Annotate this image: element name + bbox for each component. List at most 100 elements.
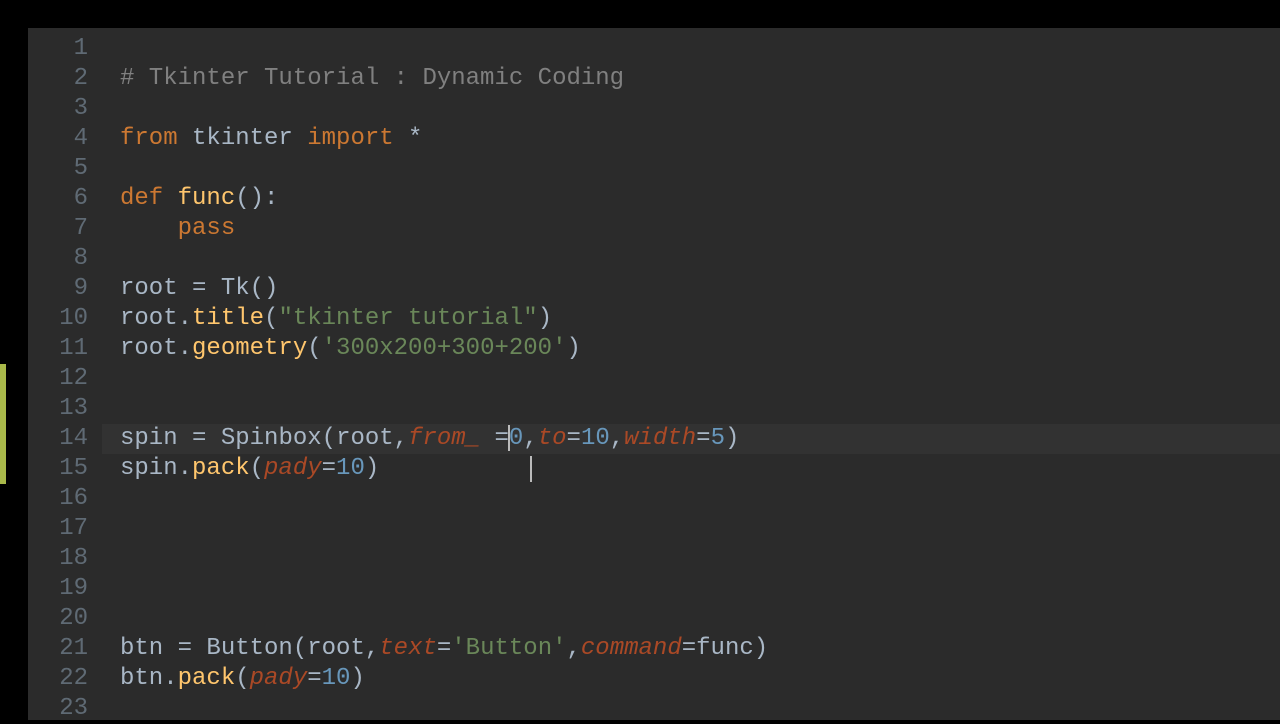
punct-token: ) [754, 635, 768, 662]
param-token: pady [250, 665, 308, 692]
code-line[interactable]: root.title("tkinter tutorial") [120, 304, 1280, 334]
ident-token: root = [120, 275, 221, 302]
punct-token: ( [235, 665, 249, 692]
punct-token: ( [264, 305, 278, 332]
param-token: from_ [408, 425, 480, 452]
punct-token: ( [322, 425, 336, 452]
change-bar [0, 364, 6, 484]
line-number: 8 [28, 244, 88, 274]
line-number: 12 [28, 364, 88, 394]
keyword-token: from [120, 125, 178, 152]
string-token: '300x200+300+200' [322, 335, 567, 362]
code-line[interactable] [120, 34, 1280, 64]
line-number: 5 [28, 154, 88, 184]
string-token: "tkinter tutorial" [278, 305, 537, 332]
ident-token: root. [120, 335, 192, 362]
method-token: title [192, 305, 264, 332]
code-line[interactable] [120, 154, 1280, 184]
number-token: 10 [322, 665, 351, 692]
code-line[interactable]: spin = Spinbox(root,from_ =0,to=10,width… [120, 424, 1280, 454]
code-line[interactable]: root.geometry('300x200+300+200') [120, 334, 1280, 364]
line-number: 13 [28, 394, 88, 424]
param-token: text [379, 635, 437, 662]
punct-token: , [523, 425, 537, 452]
line-number: 17 [28, 514, 88, 544]
code-line[interactable]: def func(): [120, 184, 1280, 214]
code-line[interactable]: # Tkinter Tutorial : Dynamic Coding [120, 64, 1280, 94]
code-editor[interactable]: 1 2 3 4 5 6 7 8 9 10 11 12 13 14 15 16 1… [28, 28, 1280, 720]
code-line[interactable]: from tkinter import * [120, 124, 1280, 154]
number-token: 0 [509, 425, 523, 452]
number-token: 10 [336, 455, 365, 482]
line-number: 20 [28, 604, 88, 634]
call-token: Button [206, 635, 292, 662]
code-line[interactable] [120, 364, 1280, 394]
line-number: 14 [28, 424, 88, 454]
ident-token: root, [336, 425, 408, 452]
ident-token: btn = [120, 635, 206, 662]
code-line[interactable] [120, 394, 1280, 424]
code-line[interactable] [120, 514, 1280, 544]
code-line[interactable] [120, 604, 1280, 634]
line-number: 6 [28, 184, 88, 214]
code-line[interactable] [120, 484, 1280, 514]
punct-token: ( [293, 635, 307, 662]
punct-token: ) [725, 425, 739, 452]
code-line[interactable] [120, 574, 1280, 604]
op-token: = [682, 635, 696, 662]
op-token: = [322, 455, 336, 482]
ident-token: spin. [120, 455, 192, 482]
comment-token: # Tkinter Tutorial : Dynamic Coding [120, 65, 624, 92]
op-token: = [495, 425, 509, 452]
secondary-cursor [530, 456, 532, 482]
code-line[interactable] [120, 544, 1280, 574]
line-number: 7 [28, 214, 88, 244]
space-token [480, 425, 494, 452]
code-line[interactable] [120, 94, 1280, 124]
param-token: pady [264, 455, 322, 482]
punct-token: ) [350, 665, 364, 692]
code-line[interactable]: btn.pack(pady=10) [120, 664, 1280, 694]
keyword-token: def [120, 185, 163, 212]
punct-token: () [250, 275, 279, 302]
code-area[interactable]: # Tkinter Tutorial : Dynamic Coding from… [102, 28, 1280, 720]
call-token: Tk [221, 275, 250, 302]
code-line[interactable]: pass [120, 214, 1280, 244]
line-number: 4 [28, 124, 88, 154]
param-token: command [581, 635, 682, 662]
ident-token: root, [307, 635, 379, 662]
ident-token: btn. [120, 665, 178, 692]
code-line[interactable]: btn = Button(root,text='Button',command=… [120, 634, 1280, 664]
number-token: 10 [581, 425, 610, 452]
op-token: = [437, 635, 451, 662]
code-line[interactable]: root = Tk() [120, 274, 1280, 304]
indent-token [120, 215, 178, 242]
op-token: = [696, 425, 710, 452]
punct-token: , [567, 635, 581, 662]
param-token: to [538, 425, 567, 452]
line-number: 1 [28, 34, 88, 64]
punct-token: ( [250, 455, 264, 482]
line-number: 9 [28, 274, 88, 304]
op-token: * [394, 125, 423, 152]
space-token [163, 185, 177, 212]
line-number: 15 [28, 454, 88, 484]
string-token: 'Button' [451, 635, 566, 662]
punct-token: ) [566, 335, 580, 362]
number-token: 5 [711, 425, 725, 452]
line-number: 19 [28, 574, 88, 604]
line-number: 16 [28, 484, 88, 514]
ident-token: func [696, 635, 754, 662]
param-token: width [624, 425, 696, 452]
method-token: pack [178, 665, 236, 692]
line-number: 22 [28, 664, 88, 694]
punct-token: ( [307, 335, 321, 362]
punct-token: , [610, 425, 624, 452]
punct-token: (): [235, 185, 278, 212]
code-line[interactable]: spin.pack(pady=10) [120, 454, 1280, 484]
line-number: 11 [28, 334, 88, 364]
code-line[interactable] [120, 244, 1280, 274]
call-token: Spinbox [221, 425, 322, 452]
op-token: = [567, 425, 581, 452]
funcname-token: func [178, 185, 236, 212]
